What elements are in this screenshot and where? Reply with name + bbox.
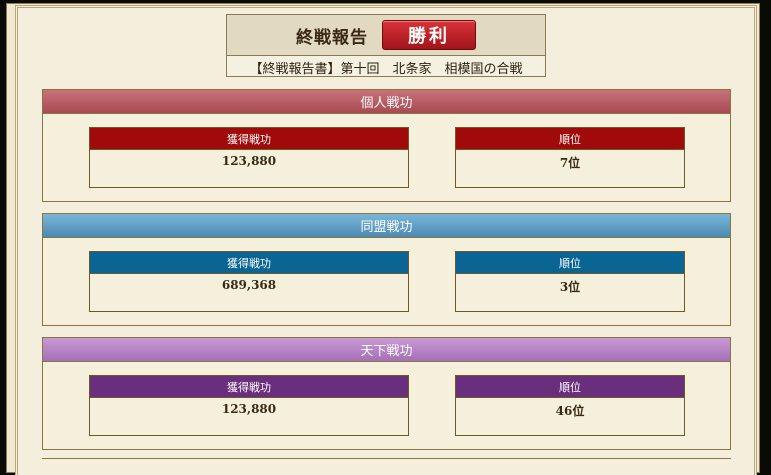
rank-box: 順位 7位: [455, 127, 685, 188]
merit-value: 689,368: [221, 278, 277, 292]
rank-label: 順位: [456, 252, 684, 274]
rank-value: 7位: [559, 156, 581, 170]
merit-value: 123,880: [221, 154, 277, 168]
rank-label: 順位: [456, 376, 684, 398]
merit-label: 獲得戦功: [90, 252, 408, 274]
rank-box: 順位 46位: [455, 375, 685, 436]
realm-merit-section: 天下戦功 獲得戦功 123,880 順位 46位: [42, 337, 731, 450]
merit-label: 獲得戦功: [90, 376, 408, 398]
merit-label: 獲得戦功: [90, 128, 408, 150]
rank-label: 順位: [456, 128, 684, 150]
section-title: 個人戦功: [43, 90, 730, 114]
merit-box: 獲得戦功 689,368: [89, 251, 409, 312]
section-title: 天下戦功: [43, 338, 730, 362]
rank-value: 46位: [555, 404, 585, 418]
section-title: 同盟戦功: [43, 214, 730, 238]
alliance-merit-section: 同盟戦功 獲得戦功 689,368 順位 3位: [42, 213, 731, 326]
merit-box: 獲得戦功 123,880: [89, 127, 409, 188]
header-title-bar: 終戦報告 勝利: [227, 15, 545, 56]
report-title: 終戦報告: [296, 27, 368, 48]
result-badge: 勝利: [382, 20, 476, 50]
merit-value: 123,880: [221, 402, 277, 416]
merit-box: 獲得戦功 123,880: [89, 375, 409, 436]
report-header: 終戦報告 勝利 【終戦報告書】第十回 北条家 相模国の合戦: [226, 14, 546, 77]
rank-box: 順位 3位: [455, 251, 685, 312]
report-window: { "header": { "title": "終戦報告", "result":…: [0, 0, 771, 475]
personal-merit-section: 個人戦功 獲得戦功 123,880 順位 7位: [42, 89, 731, 202]
rank-value: 3位: [559, 280, 581, 294]
report-subtitle: 【終戦報告書】第十回 北条家 相模国の合戦: [249, 61, 523, 77]
